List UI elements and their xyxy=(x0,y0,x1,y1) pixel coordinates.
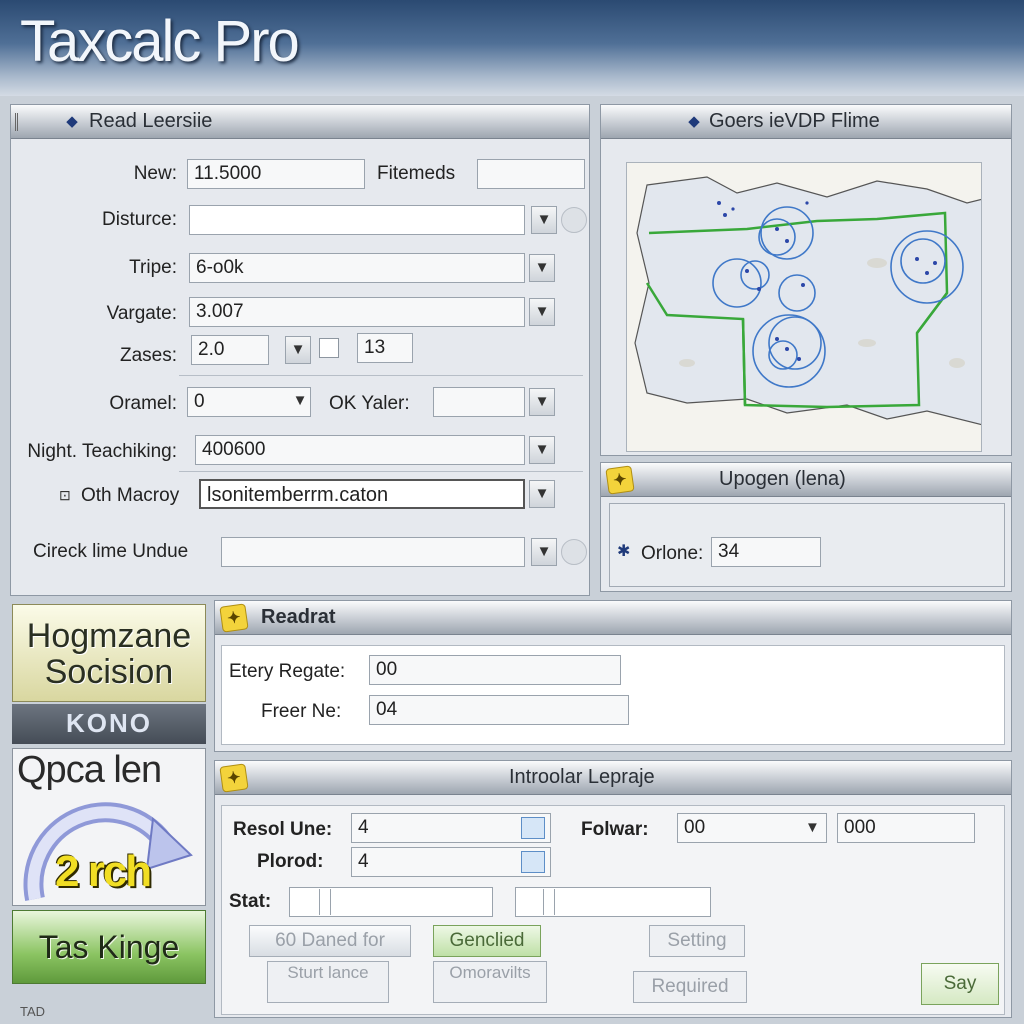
read-panel: ◆ Read Leersiie New: 11.5000 Fitemeds Di… xyxy=(10,104,590,596)
freer-ne-input[interactable]: 04 xyxy=(369,695,629,725)
etery-regate-input[interactable]: 00 xyxy=(369,655,621,685)
divider xyxy=(179,375,583,376)
read-panel-header: ◆ Read Leersiie xyxy=(11,105,589,139)
introolar-panel-title: Introolar Lepraje xyxy=(509,766,655,788)
gauge-label: 2 rch xyxy=(55,847,152,896)
zases-label: Zases: xyxy=(119,345,177,366)
vargate-dropdown-icon[interactable]: ▼ xyxy=(529,298,555,326)
night-teachiking-dropdown-icon[interactable]: ▼ xyxy=(529,436,555,464)
upogen-panel: ✦ Upogen (lena) ✱ Orlone: 34 xyxy=(600,462,1012,592)
stat-label: Stat: xyxy=(229,891,272,912)
hogmzane-line1: Hogmzane xyxy=(26,617,192,655)
resol-une-label: Resol Une: xyxy=(233,819,333,840)
zases-input[interactable]: 2.0 xyxy=(191,335,269,365)
grip-icon xyxy=(15,113,27,131)
night-teachiking-select[interactable]: 400600 xyxy=(195,435,525,465)
hogmzane-socision-button[interactable]: Hogmzane Socision xyxy=(12,604,206,702)
oramel-label: Oramel: xyxy=(109,393,177,414)
readrat-panel-header: ✦ Readrat xyxy=(215,601,1011,635)
title-bar: Taxcalc Pro xyxy=(0,0,1024,96)
new-input[interactable]: 11.5000 xyxy=(187,159,365,189)
qpcalen-widget[interactable]: Qpca len 2 rch xyxy=(12,748,206,906)
readrat-panel: ✦ Readrat Etery Regate: 00 Freer Ne: 04 xyxy=(214,600,1012,752)
required-button[interactable]: Required xyxy=(633,971,747,1003)
collapse-toggle-icon[interactable]: ⊡ xyxy=(59,487,71,504)
oramel-dropdown-icon[interactable]: ▼ xyxy=(287,388,313,416)
zases-extra-input[interactable]: 13 xyxy=(357,333,413,363)
introolar-panel-header: ✦ Introolar Lepraje xyxy=(215,761,1011,795)
say-button[interactable]: Say xyxy=(921,963,999,1005)
sturt-lance-button[interactable]: Sturt lance xyxy=(267,961,389,1003)
disturce-label: Disturce: xyxy=(102,209,177,230)
etery-regate-label: Etery Regate: xyxy=(229,661,346,682)
folwar-secondary-input[interactable]: 000 xyxy=(837,813,975,843)
genclied-button[interactable]: Genclied xyxy=(433,925,541,957)
setting-button[interactable]: Setting xyxy=(649,925,745,957)
hogmzane-line2: Socision xyxy=(44,653,174,691)
plorod-label: Plorod: xyxy=(257,851,324,872)
puzzle-icon: ✦ xyxy=(219,603,249,633)
tripe-select[interactable]: 6-o0k xyxy=(189,253,525,283)
upogen-panel-header: ✦ Upogen (lena) xyxy=(601,463,1011,497)
diamond-icon: ◆ xyxy=(66,113,78,130)
new-label: New: xyxy=(133,163,177,184)
zases-dropdown-icon[interactable]: ▼ xyxy=(285,336,311,364)
disturce-filter-icon[interactable]: ▼ xyxy=(531,206,557,234)
upogen-panel-title: Upogen (lena) xyxy=(719,468,846,490)
stat-progress-b-marker xyxy=(543,889,555,915)
fitemeds-input[interactable] xyxy=(477,159,585,189)
divider xyxy=(179,471,583,472)
oth-macroy-dropdown-icon[interactable]: ▼ xyxy=(529,480,555,508)
omoravilts-button[interactable]: Omoravilts xyxy=(433,961,547,1003)
region-map[interactable] xyxy=(626,162,982,452)
sidebar-bottom-text: TAD xyxy=(20,1004,46,1019)
vargate-select[interactable]: 3.007 xyxy=(189,297,525,327)
map-svg xyxy=(634,176,981,426)
readrat-panel-title: Readrat xyxy=(261,606,336,628)
puzzle-icon: ✦ xyxy=(605,465,635,495)
read-panel-title: Read Leersiie xyxy=(89,110,213,132)
tripe-dropdown-icon[interactable]: ▼ xyxy=(529,254,555,282)
ok-yaler-input[interactable] xyxy=(433,387,525,417)
stat-progress-a-marker xyxy=(319,889,331,915)
star-icon: ✱ xyxy=(617,543,631,560)
disturce-clear-icon[interactable] xyxy=(561,207,587,233)
ok-yaler-dropdown-icon[interactable]: ▼ xyxy=(529,388,555,416)
tas-kinge-label: Tas Kinge xyxy=(38,929,180,965)
fitemeds-label: Fitemeds xyxy=(377,163,456,184)
freer-ne-label: Freer Ne: xyxy=(261,701,342,722)
tripe-label: Tripe: xyxy=(129,257,177,278)
introolar-panel: ✦ Introolar Lepraje Resol Une: 4 Folwar:… xyxy=(214,760,1012,1018)
tas-kinge-button[interactable]: Tas Kinge xyxy=(12,910,206,984)
ok-yaler-label: OK Yaler: xyxy=(329,393,410,414)
night-teachiking-label: Night. Teachiking: xyxy=(27,441,177,462)
check-lime-filter-icon[interactable]: ▼ xyxy=(531,538,557,566)
check-lime-label: Cireck lime Undue xyxy=(33,541,189,562)
zases-checkbox[interactable] xyxy=(319,338,339,358)
orlone-label: Orlone: xyxy=(641,543,704,564)
check-lime-clear-icon[interactable] xyxy=(561,539,587,565)
oth-macroy-input[interactable]: lsonitemberrm.caton xyxy=(199,479,525,509)
app-title: Taxcalc Pro xyxy=(20,9,300,74)
check-lime-input[interactable] xyxy=(221,537,525,567)
kono-text: KONO xyxy=(66,708,152,738)
60-daned-for-button[interactable]: 60 Daned for xyxy=(249,925,411,957)
kono-banner: KONO xyxy=(12,704,206,744)
resol-une-picker-icon[interactable] xyxy=(521,817,545,839)
orlone-input[interactable]: 34 xyxy=(711,537,821,567)
puzzle-icon: ✦ xyxy=(219,763,249,793)
vargate-label: Vargate: xyxy=(106,303,177,324)
map-panel-title: Goers ieVDP Flime xyxy=(709,110,880,132)
qpcalen-title: Qpca len xyxy=(17,749,162,791)
folwar-filter-icon[interactable]: ▼ xyxy=(805,819,820,836)
plorod-picker-icon[interactable] xyxy=(521,851,545,873)
diamond-icon: ◆ xyxy=(688,113,700,130)
map-panel-header: ◆ Goers ieVDP Flime xyxy=(601,105,1011,139)
disturce-input[interactable] xyxy=(189,205,525,235)
folwar-label: Folwar: xyxy=(581,819,649,840)
oth-macroy-label: Oth Macroy xyxy=(81,485,180,506)
